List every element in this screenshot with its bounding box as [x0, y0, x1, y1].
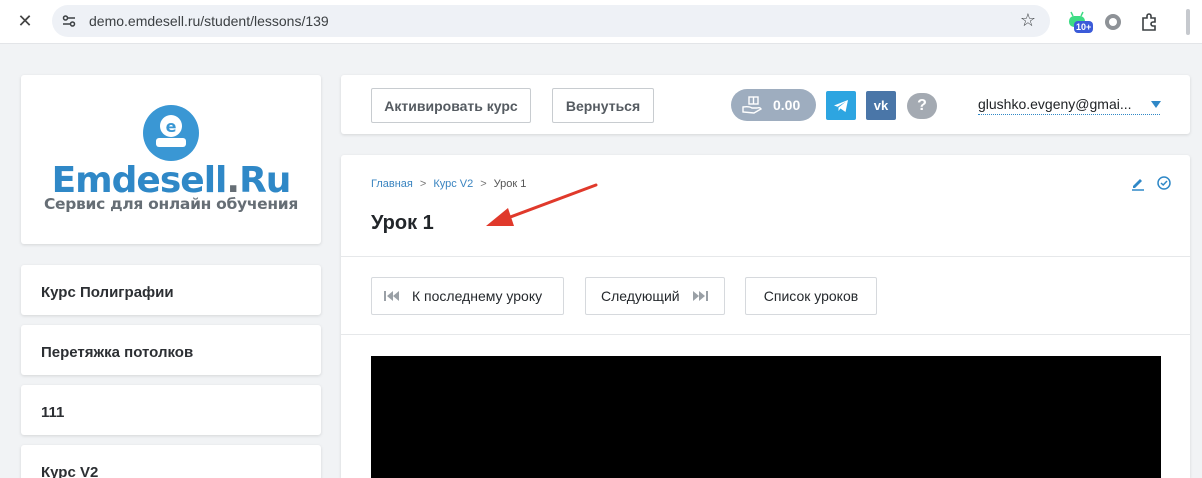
address-bar[interactable]: demo.emdesell.ru/student/lessons/139 ☆ — [52, 5, 1050, 37]
lesson-list-label: Список уроков — [763, 288, 859, 304]
vk-button[interactable]: vk — [866, 91, 896, 120]
divider — [341, 256, 1190, 257]
logo-letter: e — [166, 117, 177, 136]
extensions-puzzle-icon[interactable] — [1138, 11, 1160, 33]
breadcrumb-current: Урок 1 — [493, 178, 527, 190]
extension-whatsapp-icon[interactable] — [1102, 11, 1124, 33]
gift-hand-icon — [742, 96, 762, 114]
logo-tagline: Сервис для онлайн обучения — [43, 195, 299, 213]
sidebar-course-item[interactable]: Перетяжка потолков — [21, 325, 321, 375]
breadcrumb-separator: > — [419, 178, 427, 190]
browser-scrollbar[interactable] — [1186, 9, 1190, 35]
sidebar-course-item[interactable]: 111 — [21, 385, 321, 435]
check-circle-icon[interactable] — [1156, 175, 1172, 191]
back-button[interactable]: Вернуться — [552, 88, 654, 123]
sidebar-course-item[interactable]: Курс V2 — [21, 445, 321, 478]
vk-icon: vk — [873, 98, 889, 113]
chevron-down-icon[interactable] — [1151, 101, 1161, 108]
extension-android-icon[interactable]: 10+ — [1066, 9, 1094, 33]
next-lesson-label: Следующий — [601, 288, 680, 304]
edit-pencil-icon[interactable] — [1130, 175, 1146, 191]
url-text[interactable]: demo.emdesell.ru/student/lessons/139 — [89, 13, 329, 29]
sidebar-course-item[interactable]: Курс Полиграфии — [21, 265, 321, 315]
divider — [341, 334, 1190, 335]
breadcrumb-home[interactable]: Главная — [371, 178, 413, 190]
balance-button[interactable]: 0.00 — [731, 89, 816, 121]
telegram-icon — [834, 99, 848, 112]
activate-course-button[interactable]: Активировать курс — [371, 88, 531, 123]
breadcrumb: Главная > Курс V2 > Урок 1 — [371, 178, 526, 190]
breadcrumb-course[interactable]: Курс V2 — [433, 178, 473, 190]
breadcrumb-separator: > — [480, 178, 487, 190]
balance-value: 0.00 — [773, 97, 801, 113]
to-last-lesson-button[interactable]: К последнему уроку — [371, 277, 564, 315]
logo-user-icon: e — [143, 105, 199, 161]
help-icon: ? — [917, 97, 927, 114]
next-lesson-button[interactable]: Следующий — [585, 277, 725, 315]
bookmark-star-icon[interactable]: ☆ — [1020, 10, 1036, 31]
close-icon[interactable]: ✕ — [14, 10, 36, 32]
browser-toolbar: ✕ demo.emdesell.ru/student/lessons/139 ☆… — [0, 0, 1202, 44]
top-bar: Активировать курс Вернуться 0.00 vk ? gl… — [341, 75, 1190, 134]
site-settings-icon[interactable] — [62, 14, 76, 28]
logo-card[interactable]: e Emdesell.Ru Сервис для онлайн обучения — [21, 75, 321, 244]
skip-back-icon — [384, 291, 399, 301]
telegram-button[interactable] — [826, 91, 856, 120]
skip-forward-icon — [692, 291, 708, 301]
lesson-card: Главная > Курс V2 > Урок 1 Урок 1 К последне… — [341, 155, 1190, 478]
help-button[interactable]: ? — [907, 93, 937, 119]
user-menu[interactable]: glushko.evgeny@gmai... — [978, 96, 1160, 115]
page-title: Урок 1 — [371, 212, 434, 234]
to-last-lesson-label: К последнему уроку — [412, 288, 543, 304]
extension-badge: 10+ — [1074, 21, 1094, 33]
lesson-list-button[interactable]: Список уроков — [745, 277, 877, 315]
video-player[interactable] — [371, 356, 1161, 478]
